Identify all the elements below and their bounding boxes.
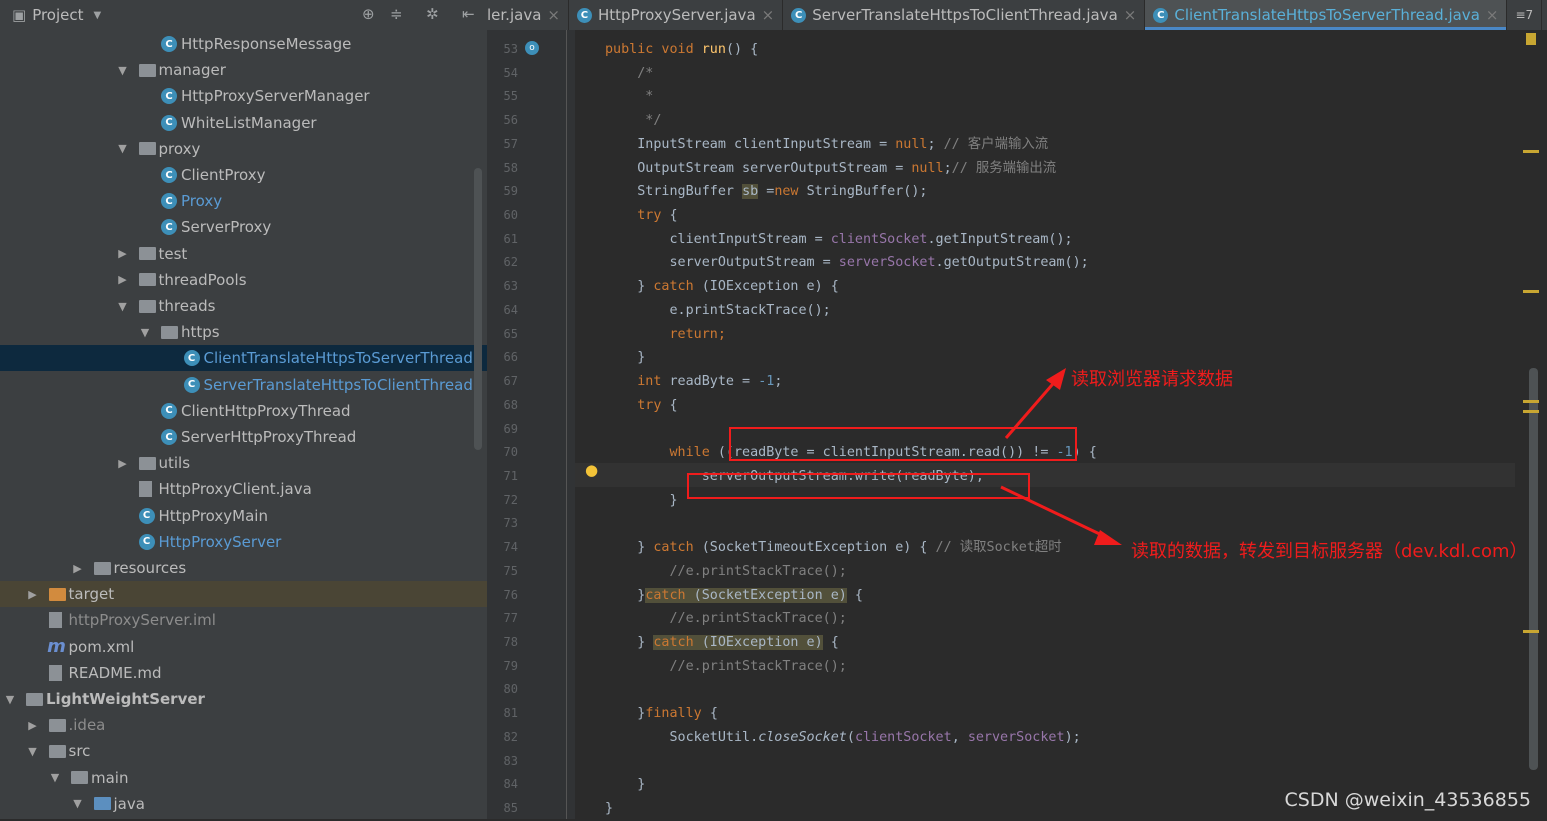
arrow-read <box>1004 377 1060 439</box>
annotation-arrows <box>1000 368 1122 545</box>
annotation-read-browser: 读取浏览器请求数据 <box>1071 369 1233 390</box>
watermark: CSDN @weixin_43536855 <box>1284 789 1532 811</box>
arrow-forward <box>1000 485 1109 540</box>
annotation-forward: 读取的数据，转发到目标服务器（dev.kdl.com） <box>1131 541 1528 562</box>
